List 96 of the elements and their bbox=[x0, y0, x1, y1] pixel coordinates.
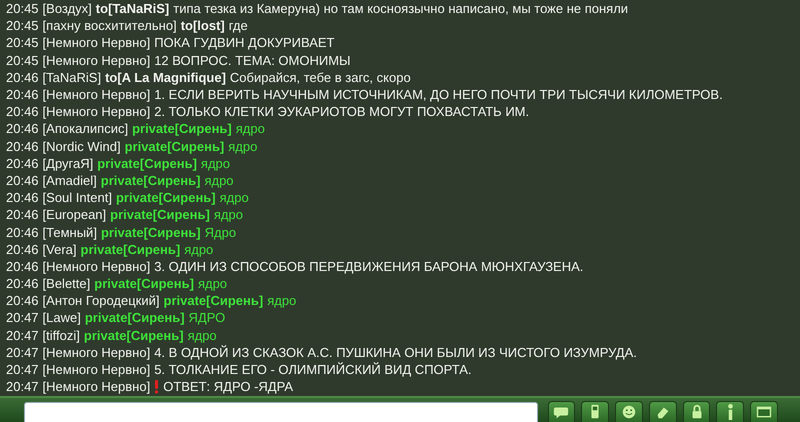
nickname[interactable]: [Soul Intent] bbox=[42, 190, 112, 206]
nickname[interactable]: [TaNaRiS] bbox=[42, 70, 102, 85]
nickname[interactable]: [Немного Нервно] bbox=[42, 344, 150, 360]
info-button[interactable] bbox=[716, 401, 744, 422]
screen-icon bbox=[756, 404, 772, 420]
message-time: 20:46 bbox=[6, 224, 39, 240]
screen-button[interactable] bbox=[750, 401, 778, 422]
nickname[interactable]: [Немного Нервно] bbox=[42, 52, 150, 68]
message-time: 20:45 bbox=[6, 18, 39, 34]
message-time: 20:46 bbox=[6, 207, 39, 222]
message-text: ядро bbox=[200, 156, 230, 171]
message-input[interactable] bbox=[24, 402, 538, 422]
private-tag[interactable]: private[Сирень] bbox=[164, 293, 264, 308]
private-tag[interactable]: private[Сирень] bbox=[84, 328, 184, 343]
message-text: ядро bbox=[220, 190, 249, 206]
nickname[interactable]: [Vera] bbox=[42, 242, 77, 257]
nickname[interactable]: [Воздух] bbox=[42, 1, 92, 16]
nickname[interactable]: [Немного Нервно] bbox=[42, 362, 150, 378]
message-time: 20:45 bbox=[6, 1, 39, 16]
message-text: Собирайся, тебе в загс, скоро bbox=[230, 70, 411, 85]
message-time: 20:46 bbox=[6, 156, 39, 171]
private-tag[interactable]: private[Сирень] bbox=[124, 138, 224, 154]
private-tag[interactable]: private[Сирень] bbox=[110, 207, 210, 222]
nickname[interactable]: [Belette] bbox=[42, 276, 90, 292]
smiley-button[interactable] bbox=[615, 401, 643, 422]
private-tag[interactable]: private[Сирень] bbox=[94, 276, 194, 292]
message-time: 20:46 bbox=[6, 70, 39, 85]
private-tag[interactable]: private[Сирень] bbox=[80, 242, 180, 257]
private-tag[interactable]: private[Сирень] bbox=[100, 172, 200, 188]
nickname[interactable]: [Lawe] bbox=[42, 310, 81, 326]
private-tag[interactable]: private[Сирень] bbox=[116, 190, 216, 206]
message-text: ПОКА ГУДВИН ДОКУРИВАЕТ bbox=[154, 35, 334, 50]
message-text: ядро bbox=[267, 293, 296, 308]
message-time: 20:47 bbox=[6, 344, 39, 360]
nickname[interactable]: [Nordic Wind] bbox=[42, 138, 121, 154]
message-time: 20:47 bbox=[6, 310, 39, 326]
message-time: 20:46 bbox=[6, 190, 39, 206]
chat-bubble-button[interactable] bbox=[548, 401, 576, 422]
message-text: где bbox=[228, 18, 248, 34]
message-text: ядро bbox=[198, 276, 228, 292]
message-time: 20:46 bbox=[6, 242, 39, 257]
nickname[interactable]: [ДругаЯ] bbox=[42, 156, 94, 171]
message-time: 20:46 bbox=[6, 104, 39, 120]
nickname[interactable]: [Антон Городецкий] bbox=[42, 293, 160, 308]
message-text: ядро bbox=[214, 207, 243, 222]
message-time: 20:47 bbox=[6, 379, 39, 394]
info-icon bbox=[728, 404, 733, 420]
message-text: 5. ТОЛКАНИЕ ЕГО - ОЛИМПИЙСКИЙ ВИД СПОРТА. bbox=[154, 362, 472, 378]
message-time: 20:46 bbox=[6, 121, 39, 136]
message-time: 20:47 bbox=[6, 328, 39, 343]
private-tag[interactable]: private[Сирень] bbox=[84, 310, 185, 326]
nickname[interactable]: [пахну восхитительно] bbox=[42, 18, 177, 34]
message-time: 20:46 bbox=[6, 138, 39, 154]
nickname[interactable]: [Немного Нервно] bbox=[42, 258, 150, 274]
nickname[interactable]: [tiffozi] bbox=[42, 328, 80, 343]
message-text: ОТВЕТ: ЯДРО -ЯДРА bbox=[163, 379, 294, 394]
recipient-tag[interactable]: to[A La Magnifique] bbox=[105, 70, 226, 85]
message-text: ядро bbox=[228, 138, 258, 154]
message-text: 2. ТОЛЬКО КЛЕТКИ ЭУКАРИОТОВ МОГУТ ПОХВАСТАТЬ ИМ. bbox=[154, 104, 530, 120]
smiley-icon bbox=[621, 404, 638, 420]
message-time: 20:46 bbox=[6, 172, 39, 188]
recipient-tag[interactable]: to[lost] bbox=[180, 18, 225, 34]
message-time: 20:46 bbox=[6, 276, 39, 292]
message-text: ядро bbox=[204, 172, 234, 188]
nickname[interactable]: [Немного Нервно] bbox=[42, 104, 150, 120]
message-text: ядро bbox=[184, 242, 214, 257]
message-time: 20:46 bbox=[6, 293, 39, 308]
private-tag[interactable]: private[Сирень] bbox=[97, 156, 197, 171]
lock-button[interactable] bbox=[682, 401, 710, 422]
message-text: 12 ВОПРОС. ТЕМА: ОМОНИМЫ bbox=[154, 52, 351, 68]
nickname[interactable]: [Темный] bbox=[42, 224, 97, 240]
message-text: ядро bbox=[188, 328, 217, 343]
message-text: 4. В ОДНОЙ ИЗ СКАЗОК А.С. ПУШКИНА ОНИ БЫЛИ ИЗ ЧИСТОГО ИЗУМРУДА. bbox=[154, 344, 637, 360]
message-text: ядро bbox=[236, 121, 265, 136]
nickname[interactable]: [European] bbox=[42, 207, 106, 222]
message-text: Ядро bbox=[204, 224, 236, 240]
message-time: 20:46 bbox=[6, 258, 39, 274]
nickname[interactable]: [Amadiel] bbox=[42, 172, 97, 188]
message-time: 20:47 bbox=[6, 362, 39, 378]
message-time: 20:45 bbox=[6, 35, 39, 50]
recipient-tag[interactable]: to[TaNaRiS] bbox=[96, 1, 170, 16]
nickname[interactable]: [Немного Нервно] bbox=[42, 379, 150, 394]
message-text: типа тезка из Камеруна) но там косноязычно написано, мы тоже не поняли bbox=[173, 1, 628, 16]
message-text: ЯДРО bbox=[188, 310, 226, 326]
message-text: 3. ОДИН ИЗ СПОСОБОВ ПЕРЕДВИЖЕНИЯ БАРОНА МЮНХГАУЗЕНА. bbox=[154, 258, 584, 274]
private-tag[interactable]: private[Сирень] bbox=[132, 121, 232, 136]
nickname[interactable]: [Немного Нервно] bbox=[42, 87, 150, 102]
eraser-button[interactable] bbox=[648, 401, 677, 422]
nickname[interactable]: [Апокалипсис] bbox=[42, 121, 128, 136]
phone-button[interactable] bbox=[581, 401, 610, 422]
private-tag[interactable]: private[Сирень] bbox=[100, 224, 201, 240]
nickname[interactable]: [Немного Нервно] bbox=[42, 35, 150, 50]
message-time: 20:45 bbox=[6, 52, 39, 68]
message-time: 20:46 bbox=[6, 87, 39, 102]
message-text: 1. ЕСЛИ ВЕРИТЬ НАУЧНЫМ ИСТОЧНИКАМ, ДО НЕГО ПОЧТИ ТРИ ТЫСЯЧИ КИЛОМЕТРОВ. bbox=[154, 87, 723, 102]
exclamation-icon bbox=[154, 380, 160, 394]
